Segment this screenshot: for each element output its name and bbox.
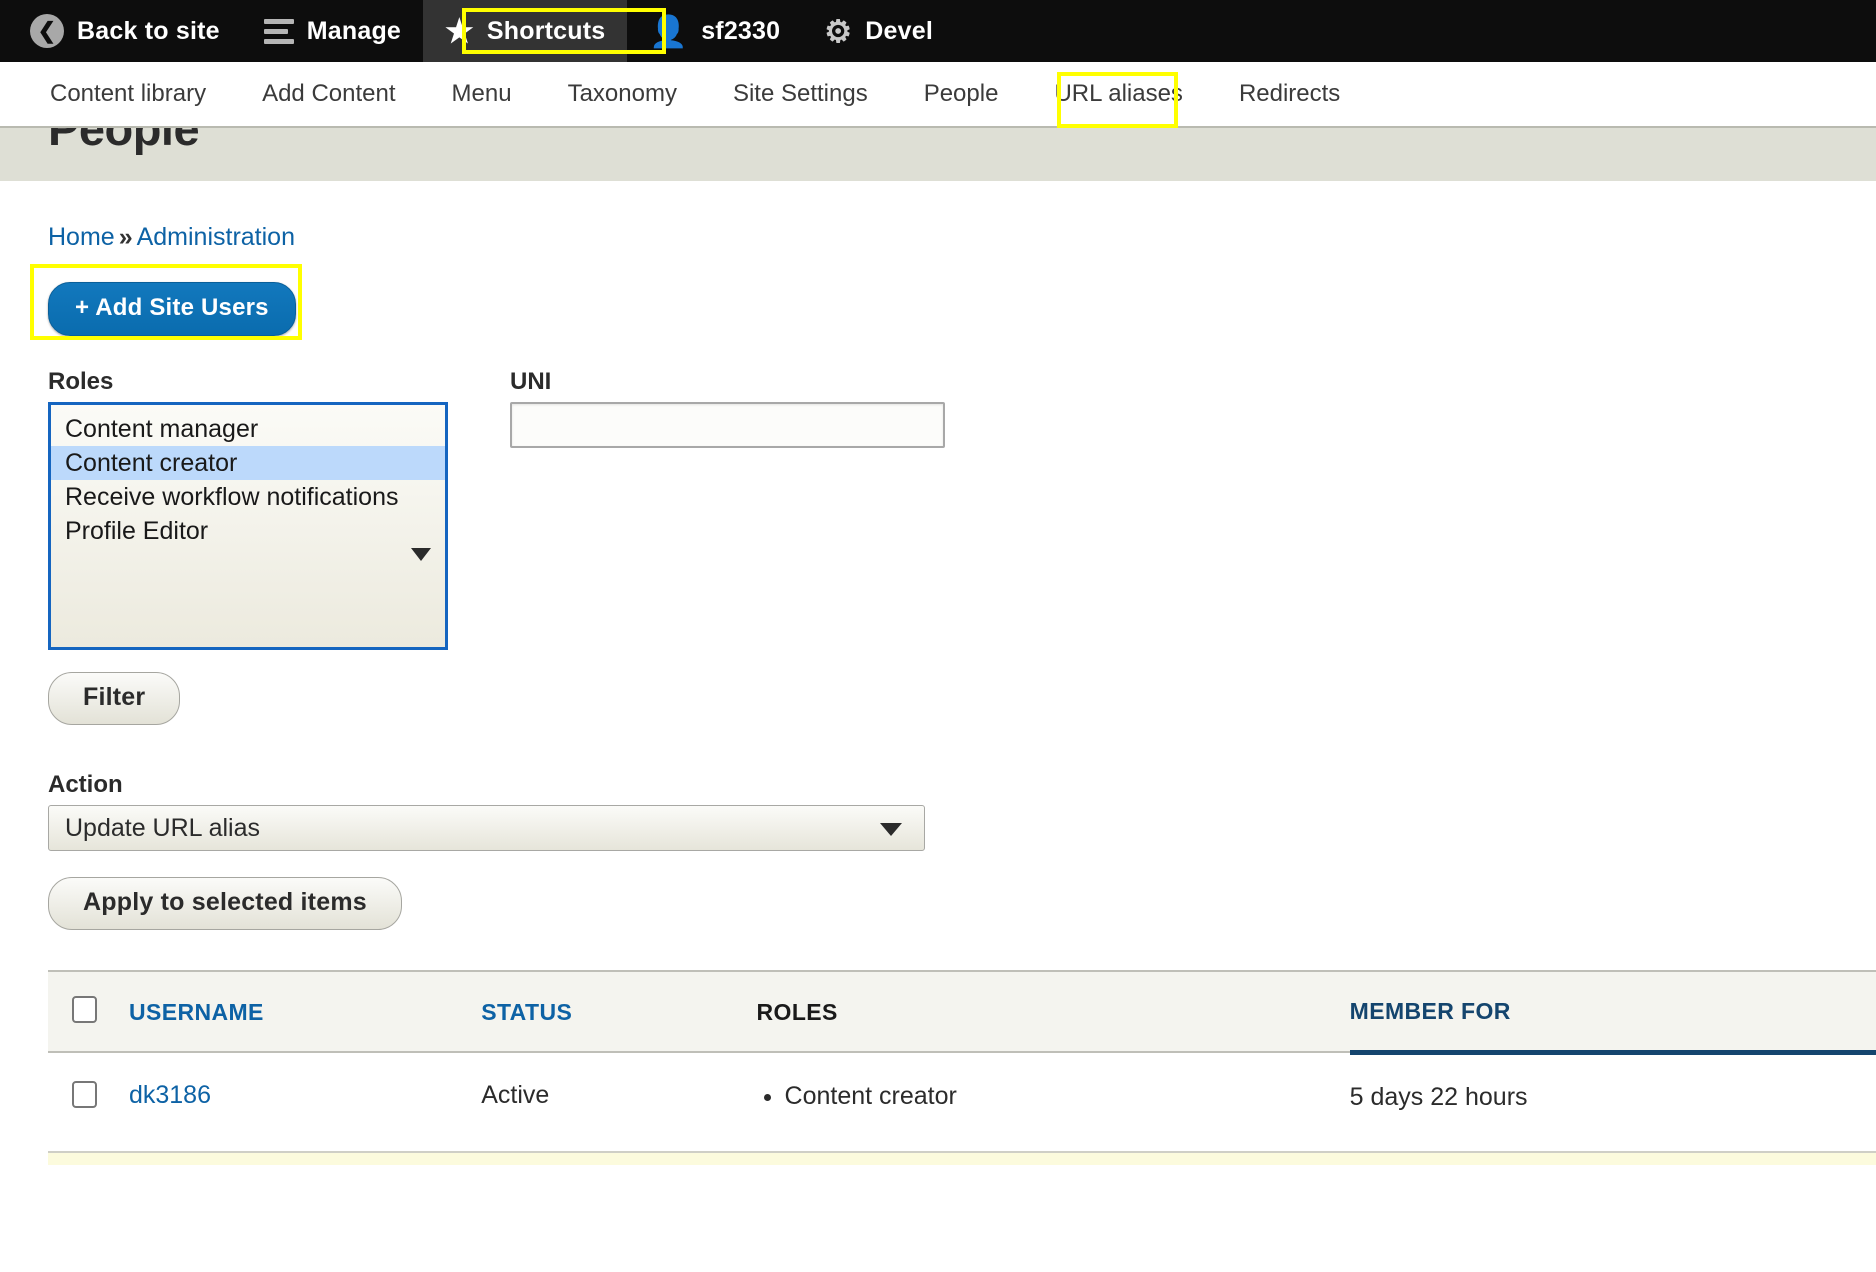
cell-roles: Content creator [757,1052,1350,1151]
nav-item-content-library[interactable]: Content library [22,74,234,114]
chevron-down-icon [880,823,902,836]
roles-filter-group: Roles Content manager Content creator Re… [48,368,448,650]
cell-status: Active [481,1081,550,1109]
toolbar-item-label: Shortcuts [486,16,606,45]
nav-item-menu[interactable]: Menu [424,74,540,114]
action-select-value: Update URL alias [65,813,261,842]
chevron-down-icon[interactable] [411,548,431,561]
person-icon: 👤 [649,13,689,49]
roles-bullet-list: Content creator [757,1081,1350,1111]
cell-username: dk3186 [129,1052,481,1151]
back-circle-icon: ❮ [30,14,64,48]
roles-option[interactable]: Receive workflow notifications [51,480,445,514]
toolbar-item-back-to-site[interactable]: ❮ Back to site [8,0,242,62]
breadcrumb-administration[interactable]: Administration [137,223,295,251]
row-select-cell [48,1052,129,1151]
select-all-checkbox[interactable] [72,996,97,1023]
table-row: dk3186 Active Content creator 5 days 22 … [48,1052,1876,1151]
row-checkbox[interactable] [72,1081,97,1108]
apply-to-selected-items-button[interactable]: Apply to selected items [48,877,402,930]
users-table: USERNAME STATUS ROLES MEMBER FOR dk3186 … [48,970,1876,1151]
toolbar-item-label: Back to site [77,16,220,45]
column-header-roles: ROLES [756,970,1350,1053]
roles-option-selected[interactable]: Content creator [51,446,445,480]
nav-item-people[interactable]: People [896,74,1027,114]
toolbar-item-user-account[interactable]: 👤 sf2330 [627,0,802,62]
roles-label: Roles [48,368,114,395]
roles-listbox[interactable]: Content manager Content creator Receive … [48,402,448,650]
table-body: dk3186 Active Content creator 5 days 22 … [48,1052,1876,1151]
star-icon: ★ [445,13,474,49]
toolbar-item-label: Manage [306,16,402,45]
uni-input[interactable] [510,402,945,448]
uni-filter-group: UNI [510,368,945,448]
hamburger-icon [263,18,294,44]
column-header-status[interactable]: STATUS [481,970,757,1053]
toolbar-item-label: Devel [865,16,933,45]
uni-label: UNI [510,368,552,395]
toolbar-item-label: sf2330 [701,16,781,45]
add-site-users-button[interactable]: + Add Site Users [48,282,296,336]
page-title-banner: People [0,126,1876,181]
column-header-member-for[interactable]: MEMBER FOR [1349,970,1876,1055]
filter-section: Roles Content manager Content creator Re… [48,368,1828,650]
toolbar-item-manage[interactable]: Manage [242,0,423,62]
nav-item-redirects[interactable]: Redirects [1211,74,1368,114]
gear-icon: ⚙ [824,13,853,49]
toolbar-item-shortcuts[interactable]: ★ Shortcuts [423,0,628,62]
column-header-username[interactable]: USERNAME [128,970,482,1053]
table-header-row: USERNAME STATUS ROLES MEMBER FOR [48,970,1876,1055]
roles-option[interactable]: Content manager [51,412,445,446]
username-link[interactable]: dk3186 [129,1081,211,1109]
select-all-header [48,970,129,1053]
filter-button[interactable]: Filter [48,672,181,725]
action-label: Action [48,771,123,798]
list-item: Content creator [785,1081,1350,1111]
page-title: People [48,126,200,155]
table-header: USERNAME STATUS ROLES MEMBER FOR [48,970,1876,1055]
admin-toolbar: ❮ Back to site Manage ★ Shortcuts 👤 sf23… [0,0,1876,62]
table-row-next-partial [48,1151,1876,1165]
action-select[interactable]: Update URL alias [48,805,925,851]
breadcrumb-separator: » [118,223,133,251]
main-content: Home» Administration + Add Site Users Rol… [0,181,1876,1151]
toolbar-item-devel[interactable]: ⚙ Devel [802,0,955,62]
cell-member-for: 5 days 22 hours [1349,1082,1528,1111]
breadcrumb: Home» Administration [48,181,1828,252]
nav-item-url-aliases[interactable]: URL aliases [1026,74,1211,114]
nav-item-add-content[interactable]: Add Content [234,74,423,114]
nav-item-taxonomy[interactable]: Taxonomy [540,74,705,114]
breadcrumb-home[interactable]: Home [48,223,115,251]
roles-option[interactable]: Profile Editor [51,514,445,548]
nav-item-site-settings[interactable]: Site Settings [705,74,896,114]
secondary-nav: Content library Add Content Menu Taxonom… [0,62,1876,128]
